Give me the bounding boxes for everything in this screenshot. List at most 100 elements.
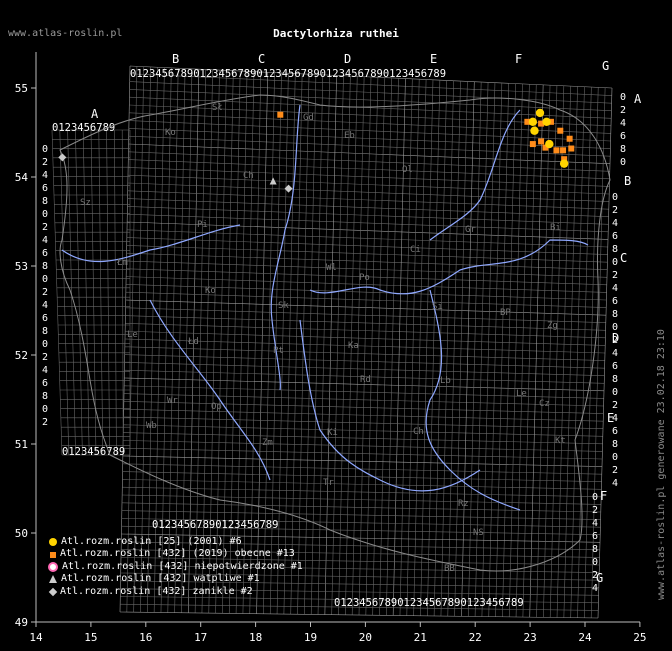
y-tick-label: 50 [15, 527, 28, 540]
y-tick-label: 51 [15, 438, 28, 451]
record-orange-square [277, 111, 284, 118]
right-digit-column: 2 [620, 105, 626, 116]
right-digit-column: 2 [612, 335, 618, 346]
y-tick-label: 54 [15, 171, 29, 184]
record-yellow-dot [559, 159, 569, 168]
grid-line [59, 129, 70, 456]
y-tick-label: 55 [15, 82, 28, 95]
right-digit-column: 8 [620, 144, 626, 155]
right-digit-column: 4 [612, 283, 618, 294]
legend-label: Atl.rozm.roslin [432] niepotwierdzone #1 [62, 560, 303, 572]
grid-column-letter: A [91, 107, 99, 121]
region-label: Ko [205, 286, 216, 296]
region-label: Rd [360, 375, 371, 385]
grid-line [51, 129, 63, 456]
right-digit-column: 4 [612, 478, 618, 489]
left-digit-column: 6 [42, 248, 48, 259]
x-tick-label: 18 [249, 631, 262, 644]
legend-item: Atl.rozm.roslin [432] watpliwe #1 [48, 573, 303, 585]
region-label: Ol [402, 165, 413, 175]
right-digit-column: 6 [620, 131, 626, 142]
left-digit-column: 8 [42, 261, 48, 272]
region-label: BP [500, 308, 511, 318]
record-yellow-dot [542, 117, 551, 127]
legend-item: Atl.rozm.roslin [432] (2019) obecne #13 [48, 548, 303, 560]
left-digit-column: 8 [42, 391, 48, 402]
right-digit-column: 4 [612, 413, 618, 424]
right-digit-column: 6 [612, 296, 618, 307]
right-digit-column: 8 [612, 244, 618, 255]
right-digit-column: 2 [612, 205, 618, 216]
y-tick-label: 52 [15, 349, 28, 362]
grey-diamond-icon [48, 587, 58, 596]
region-label: Bi [550, 223, 561, 233]
region-label: Wr [167, 396, 178, 406]
legend-item: Atl.rozm.roslin [432] zanikle #2 [48, 586, 303, 598]
region-label: Rz [458, 499, 469, 509]
right-digit-column: 6 [592, 531, 598, 542]
yellow-dot-icon [49, 538, 57, 547]
x-tick-label: 14 [29, 631, 43, 644]
right-digit-column: 6 [612, 361, 618, 372]
right-digit-column: 0 [620, 157, 626, 168]
x-tick-label: 25 [633, 631, 646, 644]
region-label: Tr [323, 478, 334, 488]
right-digit-column: 4 [592, 518, 598, 529]
orange-square-icon [50, 551, 56, 558]
record-yellow-dot [530, 126, 539, 135]
legend-label: Atl.rozm.roslin [432] watpliwe #1 [61, 573, 260, 585]
right-digit-column: 0 [612, 387, 618, 398]
a-bottom-digit-strip: 0123456789 [62, 446, 125, 458]
left-digit-column: 4 [42, 235, 48, 246]
region-label: Le [127, 330, 138, 340]
right-digit-column: 0 [592, 492, 598, 503]
left-digit-column: 2 [42, 352, 48, 363]
right-digit-column: 0 [612, 322, 618, 333]
right-digit-column: 4 [620, 118, 626, 129]
x-tick-label: 24 [578, 631, 592, 644]
region-label: Ci [410, 245, 421, 255]
region-label: Po [359, 273, 370, 283]
right-digit-column: 8 [612, 439, 618, 450]
left-digit-column: 2 [42, 157, 48, 168]
grid-row-letter: C [620, 251, 627, 265]
region-label: NS [473, 528, 484, 538]
region-label: Kt [555, 436, 566, 446]
record-orange-square [568, 145, 575, 152]
right-digit-column: 0 [620, 92, 626, 103]
record-orange-square [553, 147, 560, 154]
right-digit-column: 6 [612, 426, 618, 437]
bottom-right-digit-strip: 012345678901234567890123456789 [334, 597, 524, 609]
region-label: Zm [262, 438, 273, 448]
grid-line [67, 129, 76, 456]
region-label: Ka [348, 341, 359, 351]
region-label: BB [444, 564, 455, 574]
region-label: Pi [197, 220, 208, 230]
grey-triangle-icon [49, 575, 57, 584]
pink-ring-icon [48, 561, 58, 572]
region-label: Lb [440, 376, 451, 386]
grid-line [114, 129, 117, 456]
grid-row-letter: A [634, 92, 642, 106]
region-label: Gd [303, 113, 314, 123]
region-label: Pt [273, 346, 284, 356]
right-digit-column: 0 [612, 452, 618, 463]
left-digit-column: 8 [42, 326, 48, 337]
record-orange-square [566, 135, 573, 142]
x-tick-label: 19 [304, 631, 317, 644]
region-label: Łm [116, 258, 128, 268]
right-digit-column: 2 [592, 570, 598, 581]
region-label: Eb [344, 131, 355, 141]
left-digit-column: 6 [42, 313, 48, 324]
right-digit-column: 8 [612, 309, 618, 320]
left-digit-column: 0 [42, 404, 48, 415]
region-label: Zg [547, 321, 558, 331]
grid-row-letter: B [624, 174, 631, 188]
x-tick-label: 20 [359, 631, 372, 644]
region-label: Wb [146, 421, 157, 431]
region-label: Sz [80, 198, 91, 208]
region-label: Op [211, 402, 222, 412]
region-label: Ch [413, 427, 424, 437]
grid-line [121, 129, 124, 456]
record-orange-square [560, 147, 567, 154]
